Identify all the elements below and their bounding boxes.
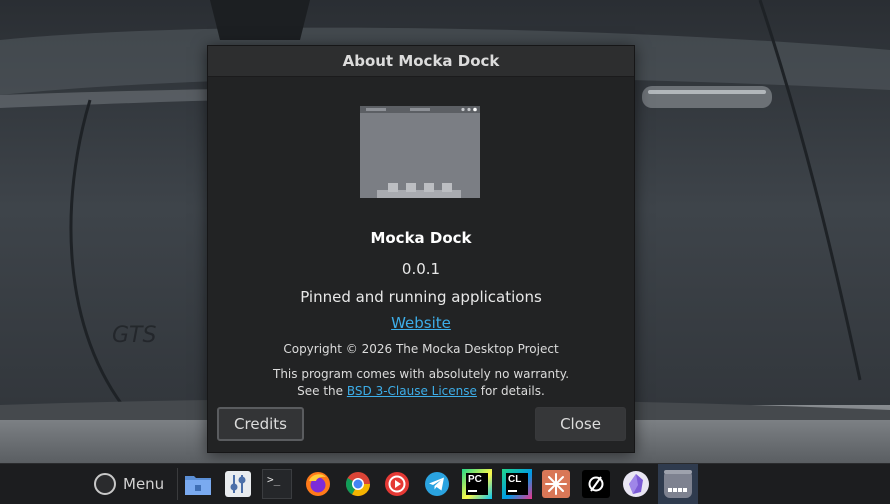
- terminal-icon[interactable]: >_: [262, 469, 292, 499]
- warranty-text: This program comes with absolutely no wa…: [272, 367, 570, 381]
- obsidian-icon[interactable]: [621, 469, 651, 499]
- clion-icon[interactable]: CL: [502, 469, 532, 499]
- menu-icon: [94, 473, 116, 495]
- pycharm-glyph: PC: [468, 474, 482, 485]
- telegram-icon[interactable]: [422, 469, 452, 499]
- credits-button[interactable]: Credits: [217, 407, 304, 441]
- terminal-glyph: >_: [267, 473, 281, 486]
- app-description: Pinned and running applications: [300, 288, 542, 306]
- about-dialog: About Mocka Dock Mocka Dock 0.0.1 Pinned…: [207, 45, 635, 453]
- menu-button[interactable]: Menu: [94, 470, 164, 498]
- app-version: 0.0.1: [401, 260, 441, 278]
- license-prefix: See the: [297, 384, 347, 398]
- pycharm-icon[interactable]: PC: [462, 469, 492, 499]
- license-text: See the BSD 3-Clause License for details…: [208, 384, 634, 398]
- dialog-titlebar[interactable]: About Mocka Dock: [208, 46, 634, 77]
- music-player-icon[interactable]: [382, 469, 412, 499]
- chrome-icon[interactable]: [343, 469, 373, 499]
- app-name: Mocka Dock: [370, 229, 472, 247]
- taskbar: Menu >_ PC CL: [0, 463, 890, 504]
- close-button[interactable]: Close: [535, 407, 626, 441]
- website-link[interactable]: Website: [208, 314, 634, 332]
- svg-text:GTS: GTS: [112, 323, 156, 348]
- claude-icon[interactable]: [541, 469, 571, 499]
- folder-icon[interactable]: [183, 469, 213, 499]
- menu-label: Menu: [123, 475, 165, 493]
- copyright-text: Copyright © 2026 The Mocka Desktop Proje…: [283, 342, 559, 356]
- sliders-icon[interactable]: [223, 469, 253, 499]
- circle-slash-icon[interactable]: [581, 469, 611, 499]
- dock-app-icon: [360, 106, 480, 198]
- license-suffix: for details.: [476, 384, 545, 398]
- dialog-title: About Mocka Dock: [342, 52, 500, 70]
- dock-icon[interactable]: [663, 469, 693, 499]
- clion-glyph: CL: [508, 474, 522, 485]
- license-link[interactable]: BSD 3-Clause License: [347, 384, 477, 398]
- firefox-icon[interactable]: [303, 469, 333, 499]
- taskbar-separator: [177, 468, 178, 500]
